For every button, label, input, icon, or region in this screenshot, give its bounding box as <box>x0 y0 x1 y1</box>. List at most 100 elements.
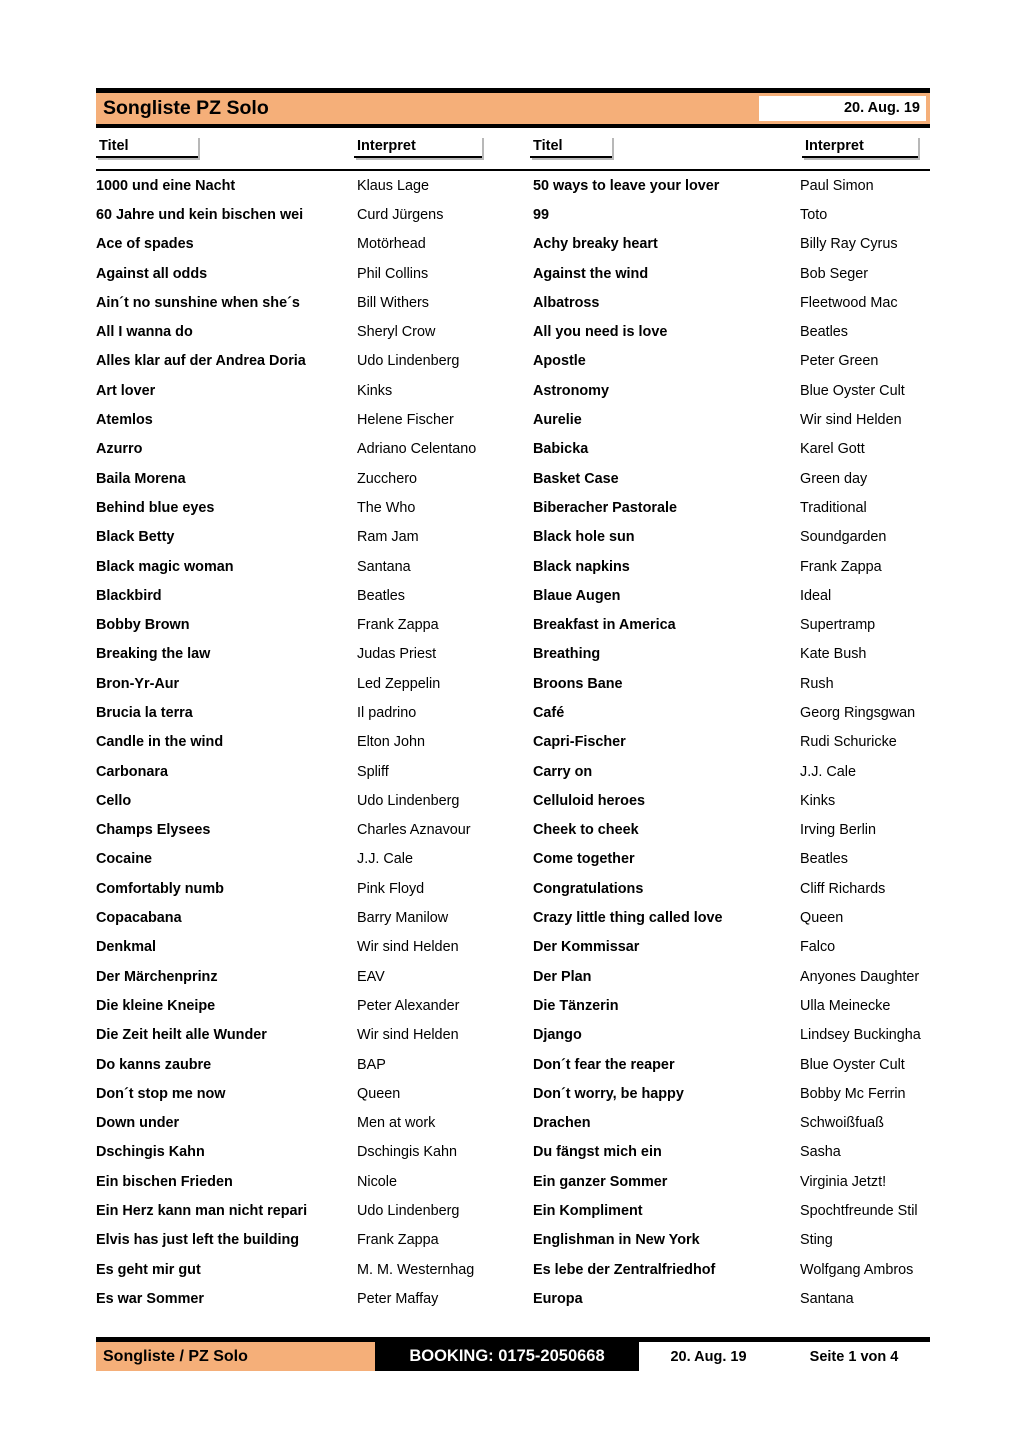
song-artist-right: Traditional <box>800 499 867 516</box>
song-artist-left: Peter Alexander <box>357 997 460 1014</box>
song-artist-left: Phil Collins <box>357 265 429 282</box>
song-artist-left: Sheryl Crow <box>357 324 436 341</box>
song-title-right: Django <box>533 1027 582 1044</box>
footer-title-box: Songliste / PZ Solo <box>96 1342 375 1371</box>
song-title-right: Astronomy <box>533 382 609 399</box>
song-artist-left: Adriano Celentano <box>357 441 477 458</box>
song-title-left: Behind blue eyes <box>96 499 215 516</box>
song-artist-right: Queen <box>800 910 844 927</box>
song-title-left: Es geht mir gut <box>96 1261 201 1278</box>
song-title-right: Apostle <box>533 353 586 370</box>
table-row: Comfortably numb Pink Floyd Congratulation… <box>96 874 930 903</box>
table-row: All I wanna do Sheryl Crow All you need is… <box>96 317 930 346</box>
song-title-left: Champs Elysees <box>96 822 211 839</box>
song-artist-right: Irving Berlin <box>800 822 876 839</box>
song-artist-left: Frank Zappa <box>357 617 439 634</box>
song-artist-left: Queen <box>357 1085 401 1102</box>
footer-bar: Songliste / PZ Solo BOOKING: 0175-205066… <box>96 1342 930 1371</box>
song-title-right: Breathing <box>533 646 601 663</box>
table-row: Ain´t no sunshine when she´s Bill Withers… <box>96 288 930 317</box>
table-row: Art lover Kinks Astronomy Blue Oyster Cult <box>96 376 930 405</box>
song-title-left: Ace of spades <box>96 236 194 253</box>
song-artist-right: Kinks <box>800 792 836 809</box>
song-title-left: Azurro <box>96 441 143 458</box>
song-title-left: Cocaine <box>96 851 152 868</box>
song-artist-right: Blue Oyster Cult <box>800 382 905 399</box>
song-title-left: Der Märchenprinz <box>96 968 218 985</box>
table-row: Es geht mir gut M. M. Westernhag Es lebe d… <box>96 1255 930 1284</box>
table-row: Down under Men at work Drachen Schwoißfuaß <box>96 1109 930 1138</box>
song-artist-right: Supertramp <box>800 617 876 634</box>
table-row: Blackbird Beatles Blaue Augen Ideal <box>96 581 930 610</box>
song-title-right: Europa <box>533 1290 583 1307</box>
song-title-left: Denkmal <box>96 939 156 956</box>
song-artist-right: Frank Zappa <box>800 558 882 575</box>
song-title-left: Blackbird <box>96 587 162 604</box>
table-row: Bron-Yr-Aur Led Zeppelin Broons Bane Rush <box>96 669 930 698</box>
column-header-interpret-right[interactable]: Interpret <box>802 136 918 158</box>
song-artist-left: Led Zeppelin <box>357 675 441 692</box>
footer-booking-box: BOOKING: 0175-2050668 <box>375 1342 639 1371</box>
song-title-left: Down under <box>96 1115 180 1132</box>
column-header-title-left[interactable]: Titel <box>96 136 198 158</box>
song-artist-right: Sting <box>800 1232 833 1249</box>
song-title-left: Black magic woman <box>96 558 234 575</box>
song-title-left: Ain´t no sunshine when she´s <box>96 294 300 311</box>
song-title-right: Come together <box>533 851 635 868</box>
song-artist-left: Spliff <box>357 763 389 780</box>
song-title-left: Bobby Brown <box>96 617 190 634</box>
song-artist-right: Sasha <box>800 1144 841 1161</box>
song-title-right: Don´t worry, be happy <box>533 1085 684 1102</box>
table-row: Breaking the law Judas Priest Breathing Kat… <box>96 640 930 669</box>
song-artist-right: Georg Ringsgwan <box>800 704 916 721</box>
song-title-left: Brucia la terra <box>96 704 193 721</box>
song-title-left: Bron-Yr-Aur <box>96 675 180 692</box>
song-artist-left: Udo Lindenberg <box>357 353 460 370</box>
song-title-left: Against all odds <box>96 265 208 282</box>
song-title-right: Basket Case <box>533 470 619 487</box>
song-title-right: Black napkins <box>533 558 630 575</box>
song-artist-right: Virginia Jetzt! <box>800 1173 887 1190</box>
song-title-right: Café <box>533 704 565 721</box>
header-date: 20. Aug. 19 <box>843 100 920 116</box>
song-artist-left: BAP <box>357 1056 386 1073</box>
song-title-right: Biberacher Pastorale <box>533 499 677 516</box>
song-title-left: Breaking the law <box>96 646 211 663</box>
table-row: Atemlos Helene Fischer Aurelie Wir sind Hel… <box>96 405 930 434</box>
table-row: Ace of spades Motörhead Achy breaky heart B… <box>96 230 930 259</box>
column-header-interpret-left-label: Interpret <box>357 138 416 154</box>
song-artist-right: Ulla Meinecke <box>800 997 891 1014</box>
table-row: Cello Udo Lindenberg Celluloid heroes Kinks <box>96 786 930 815</box>
song-title-right: Cheek to cheek <box>533 822 639 839</box>
song-title-right: Black hole sun <box>533 529 635 546</box>
table-row: Candle in the wind Elton John Capri-Fische… <box>96 728 930 757</box>
song-artist-left: Curd Jürgens <box>357 206 444 223</box>
song-title-right: Celluloid heroes <box>533 792 645 809</box>
song-artist-left: Zucchero <box>357 470 417 487</box>
song-artist-right: Spochtfreunde Stil <box>800 1203 918 1220</box>
column-header-interpret-right-label: Interpret <box>805 138 864 154</box>
column-header-interpret-left[interactable]: Interpret <box>354 136 482 158</box>
song-artist-right: Bobby Mc Ferrin <box>800 1085 906 1102</box>
song-artist-right: Falco <box>800 939 836 956</box>
song-artist-left: Nicole <box>357 1173 397 1190</box>
song-title-right: Drachen <box>533 1115 591 1132</box>
song-title-left: Ein Herz kann man nicht repari <box>96 1203 308 1220</box>
song-title-left: Baila Morena <box>96 470 186 487</box>
column-header-title-right[interactable]: Titel <box>530 136 612 158</box>
table-row: Baila Morena Zucchero Basket Case Green day <box>96 464 930 493</box>
song-artist-left: Il padrino <box>357 704 417 721</box>
song-title-left: Dschingis Kahn <box>96 1144 205 1161</box>
song-artist-right: Green day <box>800 470 868 487</box>
song-artist-right: Beatles <box>800 324 848 341</box>
song-artist-right: Bob Seger <box>800 265 869 282</box>
song-artist-left: Klaus Lage <box>357 177 430 194</box>
table-row: Der Märchenprinz EAV Der Plan Anyones Daugh… <box>96 962 930 991</box>
song-title-left: Es war Sommer <box>96 1290 204 1307</box>
table-row: Dschingis Kahn Dschingis Kahn Du fängst mi… <box>96 1138 930 1167</box>
song-artist-right: Beatles <box>800 851 848 868</box>
header-date-box: 20. Aug. 19 <box>759 96 926 121</box>
table-row: Azurro Adriano Celentano Babicka Karel Gott <box>96 435 930 464</box>
song-artist-left: Barry Manilow <box>357 910 449 927</box>
song-title-right: Ein Kompliment <box>533 1203 643 1220</box>
